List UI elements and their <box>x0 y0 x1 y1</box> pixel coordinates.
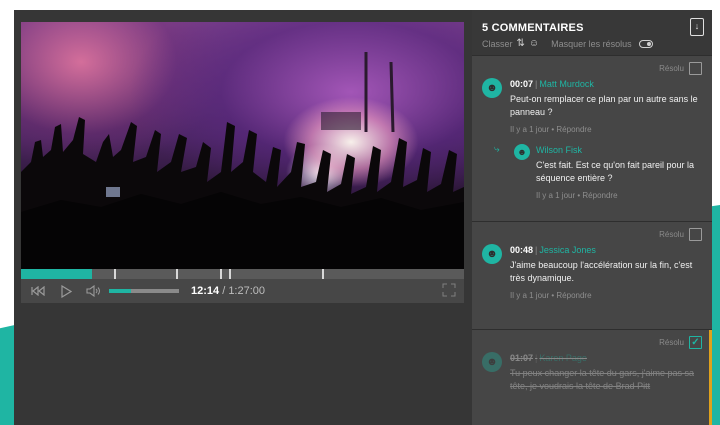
user-avatar-icon: ☻ <box>482 244 502 264</box>
comment-marker[interactable] <box>229 269 232 279</box>
rewind-icon[interactable] <box>29 286 47 296</box>
comment-author: Jessica Jones <box>539 245 596 255</box>
timeline-progress[interactable] <box>21 269 464 279</box>
resolved-label: Résolu <box>659 64 684 73</box>
user-avatar-icon: ☻ <box>482 352 502 372</box>
resolved-label: Résolu <box>659 338 684 347</box>
comment-author: Matt Murdock <box>539 79 594 89</box>
play-icon[interactable] <box>59 284 73 298</box>
comment-timecode[interactable]: 00:48 <box>510 245 533 255</box>
export-icon[interactable]: ↓ <box>690 18 704 36</box>
comment-text: J'aime beaucoup l'accélération sur la fi… <box>510 260 693 283</box>
reply-age: Il y a 1 jour <box>536 191 576 200</box>
timeline-progress-fill <box>21 269 92 279</box>
resolved-checkbox[interactable] <box>689 228 702 241</box>
sort-by-user-icon[interactable]: ☺ <box>529 38 539 49</box>
reply-text: C'est fait. Est ce qu'on fait pareil pou… <box>536 160 695 183</box>
comment-marker[interactable] <box>176 269 179 279</box>
volume-slider-fill <box>109 289 132 293</box>
reply-arrow-icon: ⤷ <box>494 144 500 155</box>
volume-slider[interactable] <box>109 289 179 293</box>
comments-panel: 5 COMMENTAIRES Classer ⇅ ☺ Masquer les r… <box>472 10 712 425</box>
player-controls: 12:14 / 1:27:00 <box>21 279 464 303</box>
resolved-checkbox[interactable] <box>689 62 702 75</box>
comment-marker[interactable] <box>114 269 117 279</box>
comment-timecode[interactable]: 00:07 <box>510 79 533 89</box>
resolved-checkbox-checked[interactable]: ✓ <box>689 336 702 349</box>
reply-author: Wilson Fisk <box>536 145 583 155</box>
reply-link[interactable]: Répondre <box>556 291 591 300</box>
user-avatar-icon: ☻ <box>482 78 502 98</box>
comments-filter-bar: Classer ⇅ ☺ Masquer les résolus <box>482 38 702 49</box>
sort-by-time-icon[interactable]: ⇅ <box>517 38 525 49</box>
comment-timecode[interactable]: 01:07 <box>510 353 533 363</box>
hide-resolved-toggle[interactable] <box>638 39 653 48</box>
current-time: 12:14 <box>191 285 220 297</box>
player-area: 12:14 / 1:27:00 <box>14 10 472 425</box>
reply-link[interactable]: Répondre <box>582 191 617 200</box>
review-app-window: 12:14 / 1:27:00 5 COMMENTAIRES Classer ⇅… <box>14 10 712 425</box>
comment-age: Il y a 1 jour <box>510 291 550 300</box>
comment-marker[interactable] <box>322 269 325 279</box>
hide-resolved-label: Masquer les résolus <box>551 38 632 49</box>
reply-item: ⤷ ☻ Wilson Fisk C'est fait. Est ce qu'on… <box>482 144 702 200</box>
comment-thread: Résolu ☻ 00:07 | Matt Murdock Peut-on remp… <box>472 55 712 221</box>
sort-label: Classer <box>482 38 513 49</box>
comment-item: ☻ 01:07 | Karen Page Tu peux changer la tê… <box>482 352 702 393</box>
resolved-accent-bar <box>709 330 712 425</box>
comment-text: Tu peux changer la tête du gars, j'aime … <box>510 368 694 391</box>
fullscreen-icon[interactable] <box>442 283 456 297</box>
comments-header: 5 COMMENTAIRES Classer ⇅ ☺ Masquer les r… <box>472 10 712 55</box>
comment-text: Peut-on remplacer ce plan par un autre s… <box>510 94 698 117</box>
resolved-label: Résolu <box>659 230 684 239</box>
resolved-checkbox-row: Résolu <box>659 228 702 241</box>
reply-link[interactable]: Répondre <box>556 125 591 134</box>
concert-crowd-image <box>21 52 464 279</box>
total-time: / 1:27:00 <box>222 285 266 297</box>
video-frame[interactable] <box>21 22 464 279</box>
comment-marker[interactable] <box>220 269 223 279</box>
comment-thread: Résolu ☻ 00:48 | Jessica Jones J'aime beau… <box>472 221 712 329</box>
comments-count-title: 5 COMMENTAIRES <box>482 22 584 34</box>
resolved-checkbox-row: Résolu <box>659 62 702 75</box>
comment-author: Karen Page <box>539 353 587 363</box>
comment-thread-resolved: Résolu ✓ ☻ 01:07 | Karen Page Tu peux chan… <box>472 329 712 425</box>
comment-item: ☻ 00:07 | Matt Murdock Peut-on remplacer c… <box>482 78 702 134</box>
comment-item: ☻ 00:48 | Jessica Jones J'aime beaucoup l'… <box>482 244 702 300</box>
volume-icon[interactable] <box>85 285 103 297</box>
page: 12:14 / 1:27:00 5 COMMENTAIRES Classer ⇅… <box>0 0 720 425</box>
time-display: 12:14 / 1:27:00 <box>191 285 265 297</box>
user-avatar-icon: ☻ <box>514 144 530 160</box>
resolved-checkbox-row: Résolu ✓ <box>659 336 702 349</box>
comment-age: Il y a 1 jour <box>510 125 550 134</box>
